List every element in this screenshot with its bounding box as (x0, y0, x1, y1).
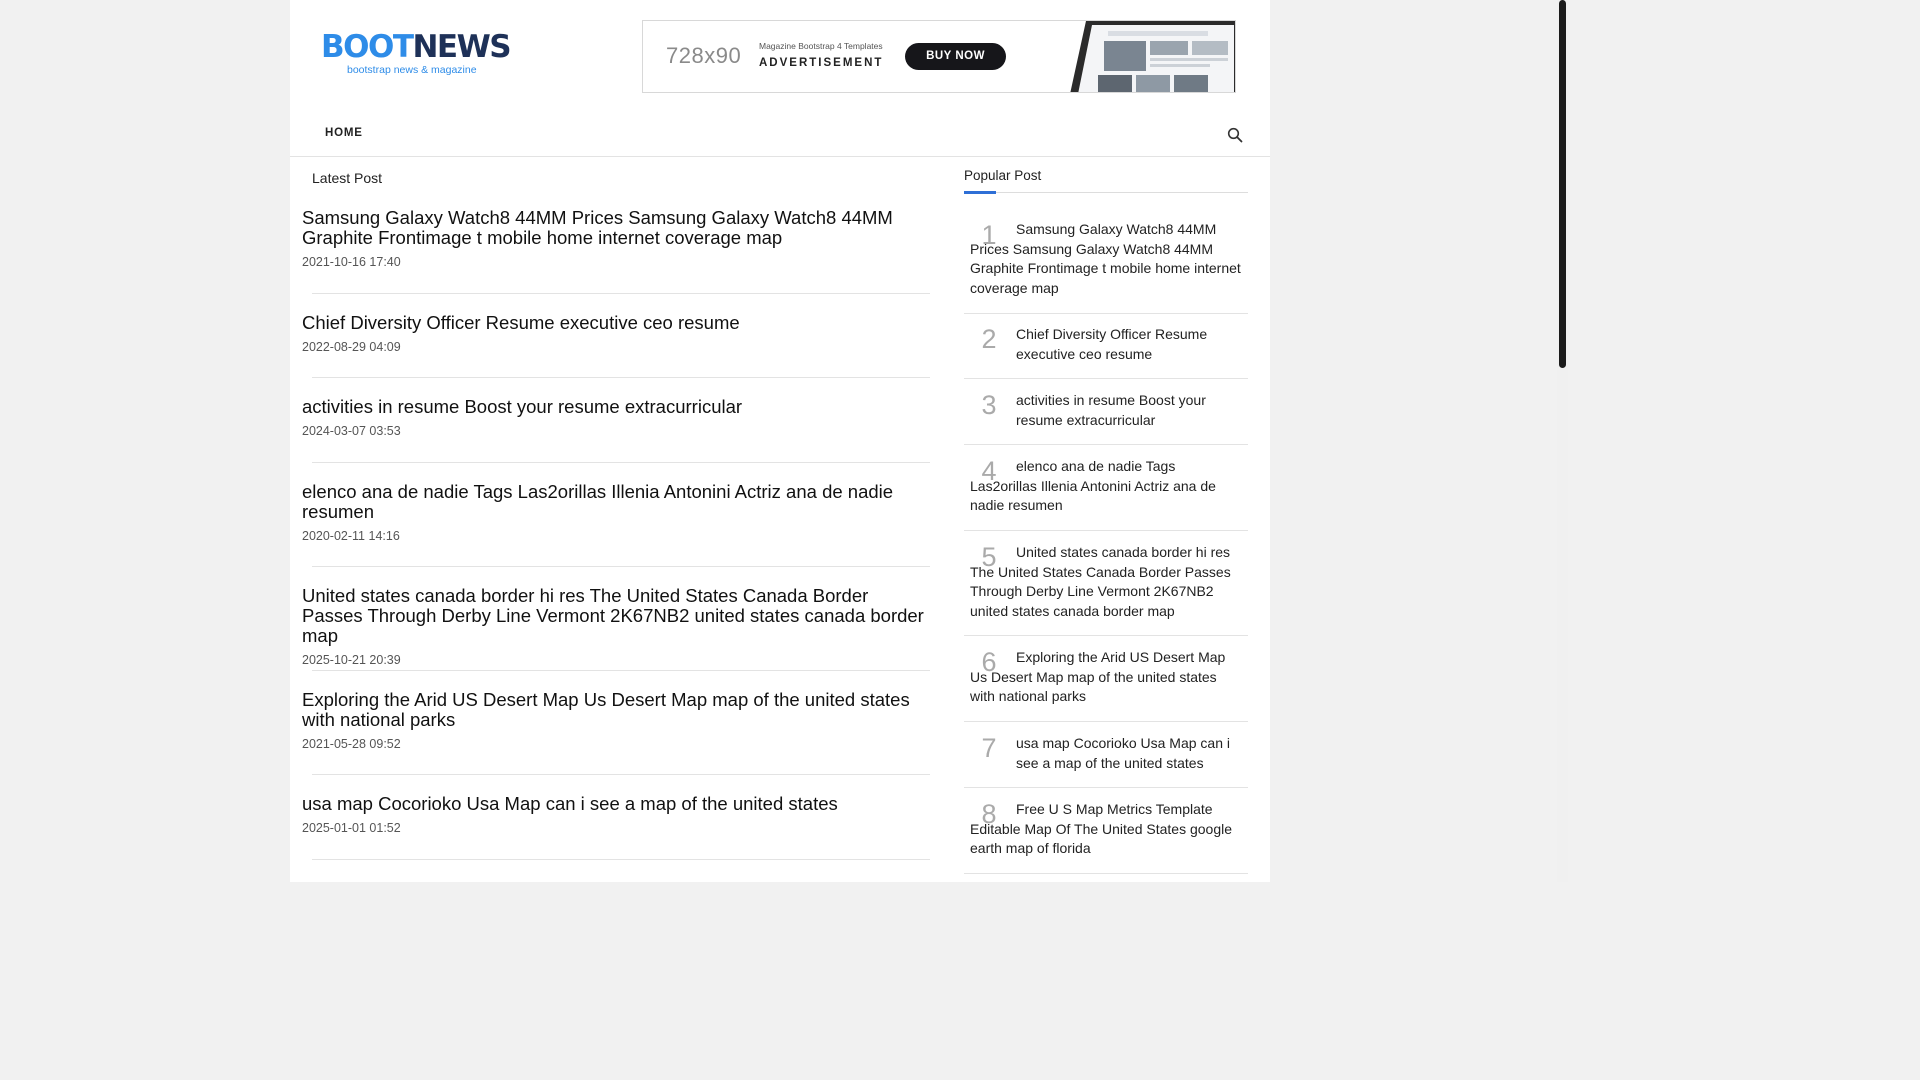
popular-post-link[interactable]: Free U S Map Metrics Template Editable M… (970, 800, 1242, 859)
post-date: 2022-08-29 04:09 (302, 340, 401, 354)
popular-rank-number: 6 (981, 647, 997, 677)
popular-post-heading: Popular Post (964, 168, 1042, 183)
post-item: Exploring the Arid US Desert Map Us Dese… (302, 690, 930, 752)
post-date: 2024-03-07 03:53 (302, 424, 401, 438)
main-navigation: HOME (290, 113, 1270, 157)
popular-rank-number: 5 (981, 542, 997, 572)
logo-wordmark: BOOTNEWS (321, 29, 512, 65)
popular-post-link[interactable]: usa map Cocorioko Usa Map can i see a ma… (1016, 734, 1242, 773)
post-divider (312, 462, 930, 463)
popular-post-item: 7 usa map Cocorioko Usa Map can i see a … (964, 722, 1248, 788)
post-date: 2020-02-11 14:16 (302, 529, 400, 543)
post-date: 2025-01-01 01:52 (302, 821, 401, 835)
popular-post-item: 3 activities in resume Boost your resume… (964, 379, 1248, 445)
logo-news-text: NEWS (412, 29, 511, 65)
popular-post-item: 2 Chief Diversity Officer Resume executi… (964, 314, 1248, 379)
post-divider (312, 377, 930, 378)
scrollbar-thumb[interactable] (1559, 0, 1566, 368)
popular-post-item: 4 elenco ana de nadie Tags Las2orillas I… (964, 445, 1248, 531)
post-item: Chief Diversity Officer Resume executive… (302, 313, 930, 355)
post-item: elenco ana de nadie Tags Las2orillas Ill… (302, 482, 930, 544)
advertisement-banner[interactable]: 728x90 Magazine Bootstrap 4 Templates AD… (642, 20, 1236, 93)
popular-heading-divider (964, 192, 1248, 193)
post-divider (312, 670, 930, 671)
popular-post-item: 1 Samsung Galaxy Watch8 44MM Prices Sams… (964, 210, 1248, 314)
post-divider (312, 293, 930, 294)
popular-post-item: 5 United states canada border hi res The… (964, 531, 1248, 636)
latest-post-heading: Latest Post (312, 170, 383, 186)
post-title-link[interactable]: elenco ana de nadie Tags Las2orillas Ill… (302, 482, 930, 522)
search-icon[interactable] (1227, 127, 1243, 143)
popular-rank-number: 7 (981, 733, 997, 763)
post-title-link[interactable]: United states canada border hi res The U… (302, 586, 930, 646)
post-divider (312, 566, 930, 567)
site-logo[interactable]: BOOTNEWS bootstrap news & magazine (321, 29, 512, 78)
post-item: United states canada border hi res The U… (302, 586, 930, 668)
post-title-link[interactable]: Exploring the Arid US Desert Map Us Dese… (302, 690, 930, 730)
post-date: 2021-05-28 09:52 (302, 737, 401, 751)
popular-post-link[interactable]: elenco ana de nadie Tags Las2orillas Ill… (970, 457, 1242, 516)
post-item: activities in resume Boost your resume e… (302, 397, 930, 439)
post-divider (312, 859, 930, 860)
popular-post-link[interactable]: activities in resume Boost your resume e… (1016, 391, 1242, 430)
popular-rank-number: 2 (981, 324, 997, 354)
popular-post-link[interactable]: Chief Diversity Officer Resume executive… (1016, 325, 1242, 364)
page-scrollbar[interactable] (1557, 0, 1568, 882)
post-title-link[interactable]: usa map Cocorioko Usa Map can i see a ma… (302, 794, 930, 814)
nav-home-link[interactable]: HOME (325, 127, 363, 139)
buy-now-button[interactable]: BUY NOW (905, 43, 1006, 70)
ad-template-text: Magazine Bootstrap 4 Templates (759, 41, 883, 51)
popular-post-item: 6 Exploring the Arid US Desert Map Us De… (964, 636, 1248, 722)
post-item: Samsung Galaxy Watch8 44MM Prices Samsun… (302, 208, 930, 270)
ad-size-label: 728x90 (666, 43, 742, 68)
laptop-preview-image (1070, 21, 1235, 92)
post-date: 2021-10-16 17:40 (302, 255, 401, 269)
post-title-link[interactable]: activities in resume Boost your resume e… (302, 397, 930, 417)
popular-rank-number: 3 (981, 390, 997, 420)
popular-post-link[interactable]: United states canada border hi res The U… (970, 543, 1242, 621)
logo-tagline: bootstrap news & magazine (347, 64, 477, 76)
popular-post-link[interactable]: Exploring the Arid US Desert Map Us Dese… (970, 648, 1242, 707)
popular-post-link[interactable]: Samsung Galaxy Watch8 44MM Prices Samsun… (970, 220, 1242, 298)
post-divider (312, 774, 930, 775)
popular-rank-number: 4 (981, 456, 997, 486)
post-title-link[interactable]: Chief Diversity Officer Resume executive… (302, 313, 930, 333)
popular-heading-accent (964, 191, 996, 194)
popular-post-item: 8 Free U S Map Metrics Template Editable… (964, 788, 1248, 874)
post-item: usa map Cocorioko Usa Map can i see a ma… (302, 794, 930, 836)
ad-label: ADVERTISEMENT (759, 57, 884, 69)
post-date: 2025-10-21 20:39 (302, 653, 401, 667)
popular-rank-number: 1 (981, 220, 997, 250)
logo-boot-text: BOOT (321, 29, 414, 65)
page-container: BOOTNEWS bootstrap news & magazine 728x9… (290, 0, 1270, 882)
post-title-link[interactable]: Samsung Galaxy Watch8 44MM Prices Samsun… (302, 208, 930, 248)
popular-rank-number: 8 (981, 799, 997, 829)
